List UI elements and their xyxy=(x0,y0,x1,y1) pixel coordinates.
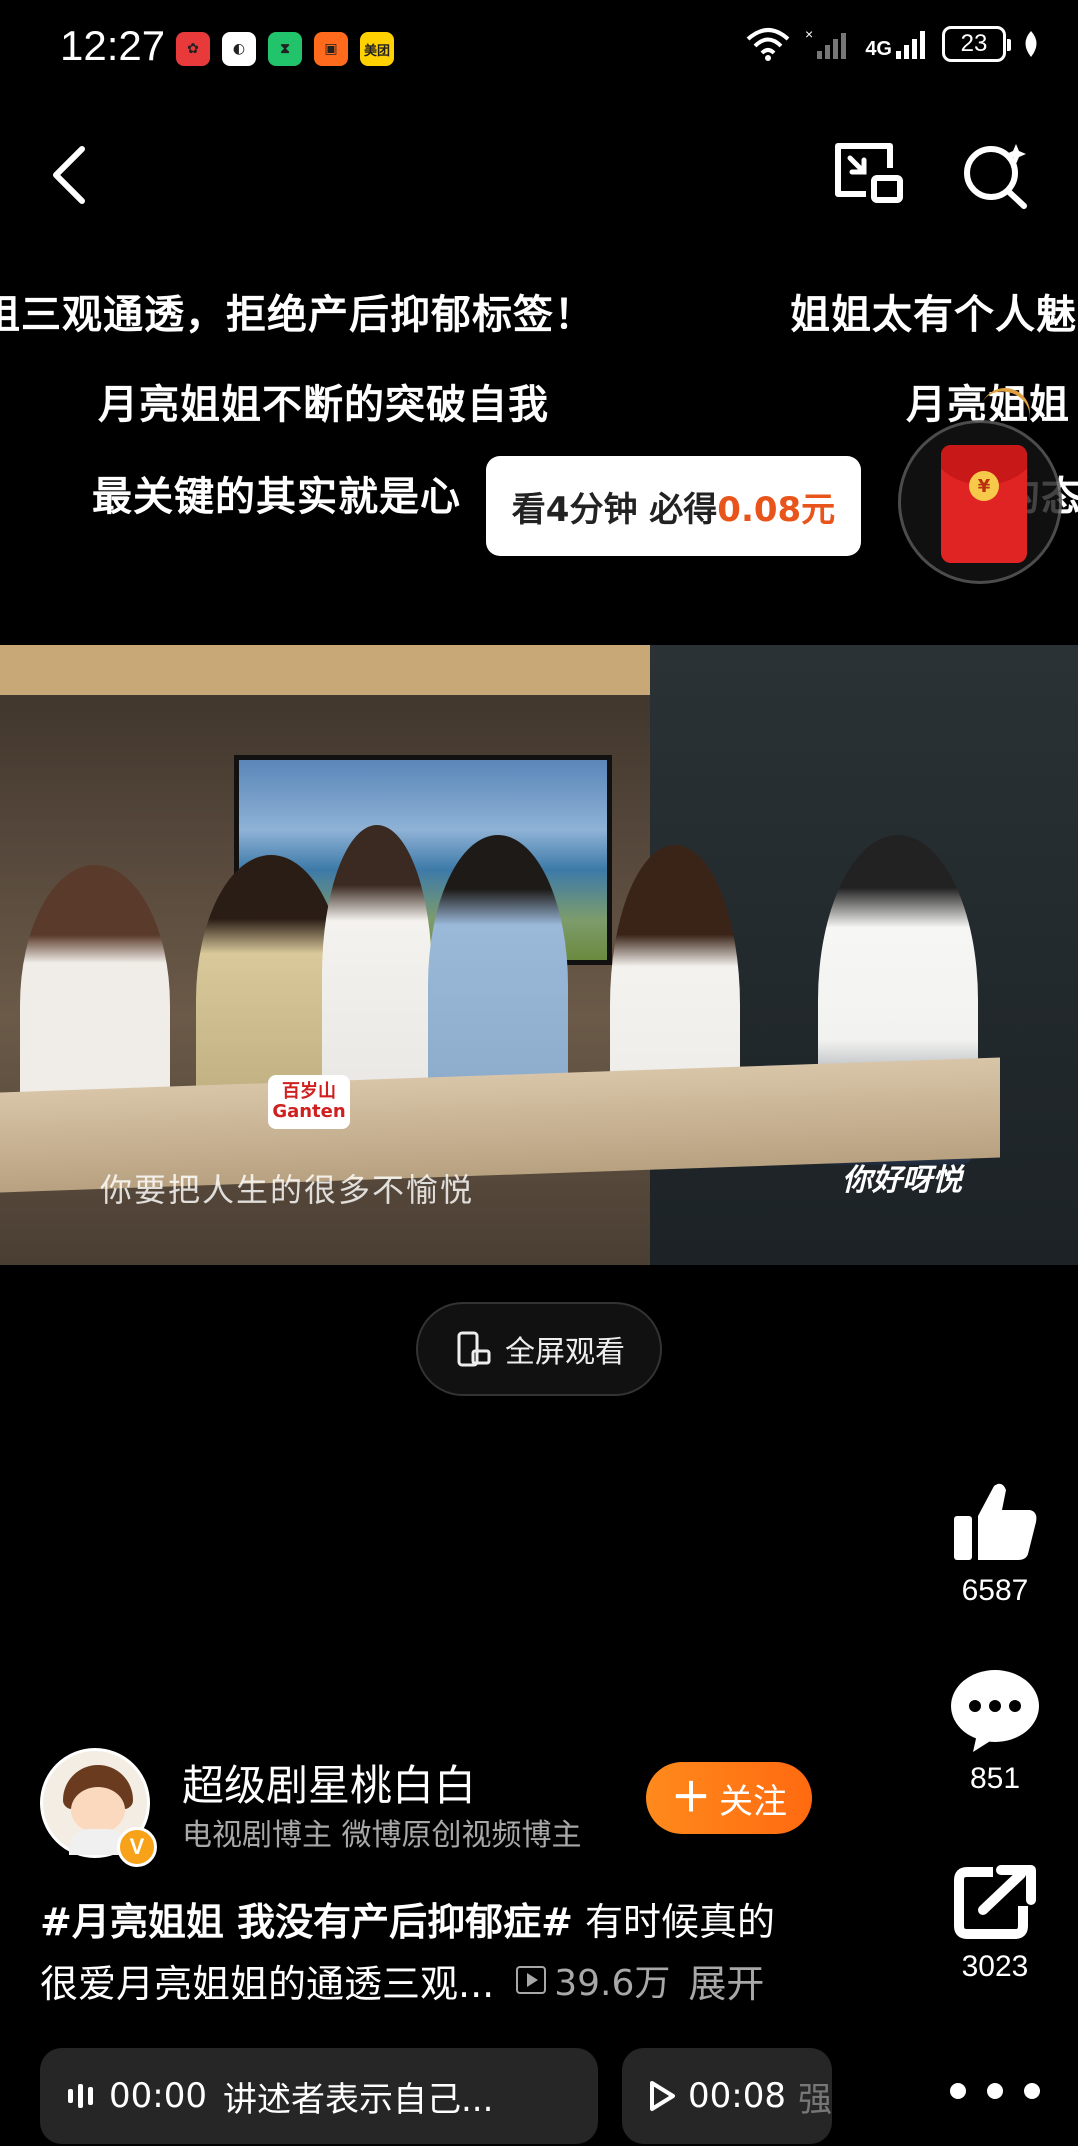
video-scene-ceiling xyxy=(0,645,650,695)
rotate-phone-icon xyxy=(457,1331,491,1367)
video-player[interactable]: 百岁山 Ganten 你要把人生的很多不愉悦 你好呀悦 xyxy=(0,645,1078,1265)
share-icon xyxy=(954,1865,1036,1939)
chip-time: 00:08 xyxy=(688,2076,786,2116)
danmaku-comment: 姐三观通透，拒绝产后抑郁标签！ xyxy=(0,292,595,338)
avatar-face xyxy=(71,1787,125,1833)
like-button[interactable]: 6587 xyxy=(940,1480,1050,1608)
dot xyxy=(987,2083,1003,2099)
author-description: 电视剧博主 微博原创视频博主 xyxy=(182,1818,582,1853)
gallery-icon: ◐ xyxy=(222,32,256,66)
status-bar: 12:27 ✿ ◐ ⧗ ▣ 美团 × 4G 23 xyxy=(0,0,1078,100)
picture-in-picture-button[interactable] xyxy=(832,138,906,208)
chip-text: 讲述者表示自己... xyxy=(222,2079,494,2120)
pip-icon xyxy=(835,143,903,203)
verified-badge-icon: V xyxy=(117,1827,157,1867)
sponsor-badge: 百岁山 Ganten xyxy=(268,1075,350,1129)
search-button[interactable] xyxy=(958,138,1032,212)
battery-indicator: 23 xyxy=(942,26,1011,62)
play-count-icon xyxy=(516,1966,547,1994)
red-packet-button[interactable]: ¥ xyxy=(898,420,1062,584)
sponsor-line-1: 百岁山 xyxy=(282,1081,336,1103)
share-count: 3023 xyxy=(961,1950,1029,1983)
play-icon xyxy=(650,2081,675,2111)
huawei-icon: ✿ xyxy=(176,32,210,66)
video-subtitle: 你要把人生的很多不愉悦 xyxy=(100,1171,475,1209)
red-packet-icon: ¥ xyxy=(941,445,1027,563)
chevron-left-icon xyxy=(53,146,85,204)
view-count-value: 39.6万 xyxy=(554,1963,671,2004)
signal-4g: 4G xyxy=(865,27,928,61)
description-text: 有时候真的 xyxy=(572,1900,776,1944)
network-type: 4G xyxy=(865,38,892,60)
fullscreen-button[interactable]: 全屏观看 xyxy=(416,1302,662,1396)
hourglass-icon: ⧗ xyxy=(268,32,302,66)
post-description[interactable]: #月亮姐姐 我没有产后抑郁症# 有时候真的 xyxy=(40,1894,840,1950)
comment-count: 851 xyxy=(969,1762,1021,1795)
follow-button[interactable]: ＋ 关注 xyxy=(646,1762,812,1834)
sponsor-line-2: Ganten xyxy=(272,1101,346,1122)
follow-label: 关注 xyxy=(719,1781,787,1822)
status-time: 12:27 xyxy=(60,22,166,69)
meituan-icon: 美团 xyxy=(360,32,394,66)
like-count: 6587 xyxy=(961,1574,1029,1607)
search-icon xyxy=(964,144,1027,209)
comment-button[interactable]: 851 xyxy=(940,1668,1050,1796)
danmaku-comment: 月亮姐姐不断的突破自我 xyxy=(98,382,549,428)
fullscreen-label: 全屏观看 xyxy=(505,1335,625,1370)
dot xyxy=(950,2083,966,2099)
audio-bars-icon xyxy=(68,2083,93,2109)
notification-icons: ✿ ◐ ⧗ ▣ 美团 xyxy=(176,32,394,66)
reward-prefix: 看4分钟 必得 xyxy=(511,489,718,530)
play-chapter-chip[interactable]: 00:08 强 xyxy=(622,2048,832,2144)
audio-summary-chip[interactable]: 00:00 讲述者表示自己... xyxy=(40,2048,598,2144)
comment-bubble-icon xyxy=(951,1670,1039,1752)
reward-amount: 0.08元 xyxy=(717,489,836,530)
svg-text:×: × xyxy=(805,27,813,42)
more-options-button[interactable] xyxy=(950,2066,1040,2116)
dot xyxy=(1024,2083,1040,2099)
reward-tip[interactable]: 看4分钟 必得 0.08元 xyxy=(486,456,861,556)
author-name[interactable]: 超级剧星桃白白 xyxy=(182,1752,476,1813)
chip-time: 00:00 xyxy=(109,2076,207,2116)
chip-text: 强 xyxy=(797,2079,832,2120)
thumbs-up-icon xyxy=(954,1483,1037,1560)
expand-link[interactable]: 展开 xyxy=(688,1953,764,2008)
danmaku-comment: 最关键的其实就是心 xyxy=(92,474,461,520)
taobao-icon: ▣ xyxy=(314,32,348,66)
signal-strong-icon xyxy=(896,31,925,59)
danmaku-comment: 姐姐太有个人魅 xyxy=(790,292,1077,338)
view-count: 39.6万 xyxy=(516,1954,670,2006)
plus-icon: ＋ xyxy=(671,1775,711,1821)
author-avatar[interactable]: V xyxy=(40,1748,157,1867)
show-logo: 你好呀悦 xyxy=(842,1163,962,1198)
leaf-icon xyxy=(1025,31,1037,57)
hashtag-topic[interactable]: #月亮姐姐 我没有产后抑郁症# xyxy=(40,1900,573,1944)
signal-weak-icon: × xyxy=(805,27,847,59)
wifi-icon xyxy=(746,28,790,61)
coin-icon: ¥ xyxy=(969,471,999,501)
back-button[interactable] xyxy=(40,140,100,210)
status-indicators: × 4G 23 xyxy=(745,26,1042,62)
description-continued: 很爱月亮姐姐的通透三观... xyxy=(40,1961,495,2006)
description-line-2: 很爱月亮姐姐的通透三观... 39.6万 展开 xyxy=(40,1952,840,2008)
share-button[interactable]: 3023 xyxy=(940,1864,1050,1984)
